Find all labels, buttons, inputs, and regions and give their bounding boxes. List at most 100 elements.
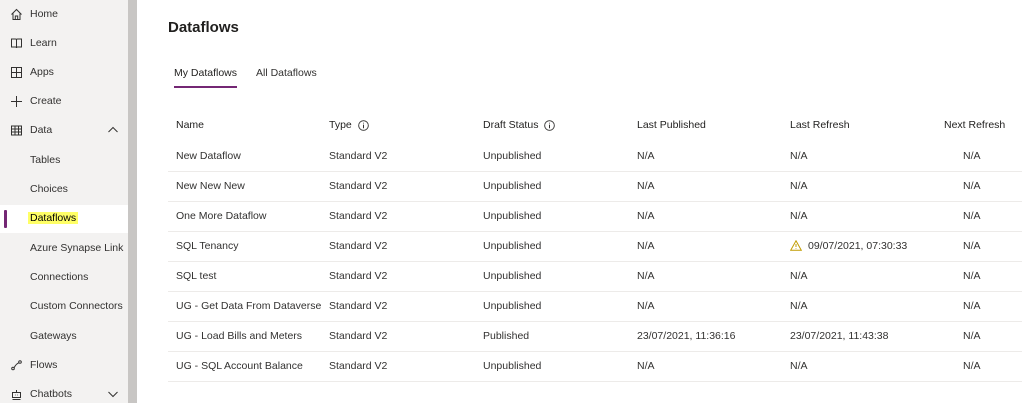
table-row[interactable]: UG - Load Bills and Meters Standard V2 Pub… [168,321,1022,352]
table-row[interactable]: UG - Get Data From Dataverse Standard V2 U… [168,291,1022,322]
nav-learn[interactable]: Learn [0,30,128,58]
table-cell-text: UG - Load Bills and Meters [176,330,303,342]
column-header-type[interactable]: Type [329,119,369,131]
table-cell-text: Standard V2 [329,330,388,342]
column-header-name-label: Name [176,119,205,131]
table-cell-text: SQL test [176,270,217,282]
table-cell-next-refresh: N/A [963,180,981,192]
table-cell-text: N/A [963,180,981,192]
chevron-up-icon[interactable] [107,124,119,136]
column-header-last-refresh[interactable]: Last Refresh [790,119,850,131]
nav-custom-connectors[interactable]: Custom Connectors [0,293,128,321]
table-cell-text: N/A [637,180,655,192]
table-cell-text: Standard V2 [329,210,388,222]
book-icon [9,36,23,50]
plus-icon [9,94,23,108]
table-cell-type: Standard V2 [329,240,387,252]
table-cell-type: Standard V2 [329,150,387,162]
table-row[interactable]: New New New Standard V2 Unpublished N/A N/A N… [168,171,1022,202]
apps-icon [9,65,23,79]
table-cell-type: Standard V2 [329,330,387,342]
table-cell-name[interactable]: UG - Get Data From Dataverse [176,300,321,312]
table-row[interactable]: SQL Tenancy Standard V2 Unpublished N/A 09/0… [168,231,1022,262]
table-cell-draft-status: Unpublished [483,180,541,192]
table-cell-next-refresh: N/A [963,210,981,222]
table-cell-draft-status: Unpublished [483,150,541,162]
table-cell-text: N/A [963,360,981,372]
table-cell-type: Standard V2 [329,360,387,372]
table-cell-text: N/A [637,300,655,312]
column-header-draft-status[interactable]: Draft Status [483,119,556,131]
table-cell-text: Published [483,330,530,342]
table-row[interactable]: One More Dataflow Standard V2 Unpublished N… [168,201,1022,232]
table-cell-text: Unpublished [483,210,542,222]
column-header-last-refresh-label: Last Refresh [790,119,850,131]
column-header-last-published[interactable]: Last Published [637,119,706,131]
table-cell-draft-status: Unpublished [483,270,541,282]
table-cell-text: Unpublished [483,180,542,192]
table-cell-text: N/A [637,240,655,252]
table-cell-text: Standard V2 [329,150,388,162]
flows-icon [9,358,23,372]
table-cell-name[interactable]: New Dataflow [176,150,241,162]
nav-choices-label: Choices [30,183,68,195]
table-cell-last-refresh: N/A [790,180,808,192]
table-cell-text: Standard V2 [329,180,388,192]
table-row[interactable]: SQL test Standard V2 Unpublished N/A N/A N/A [168,261,1022,292]
info-icon[interactable] [358,119,369,131]
column-header-name[interactable]: Name [176,119,204,131]
table-cell-text: 09/07/2021, 07:30:33 [808,240,908,252]
chevron-down-icon[interactable] [107,388,119,400]
nav-custom-connectors-label: Custom Connectors [30,300,123,312]
table-cell-name[interactable]: SQL test [176,270,216,282]
table-cell-text: UG - SQL Account Balance [176,360,303,372]
nav-learn-label: Learn [30,37,57,49]
chatbot-icon [9,387,23,401]
table-cell-text: Standard V2 [329,360,388,372]
nav-create[interactable]: Create [0,88,128,116]
table-row[interactable]: New Dataflow Standard V2 Unpublished N/A N/A… [168,141,1022,172]
table-cell-last-published: 23/07/2021, 11:36:16 [637,330,735,342]
table-cell-name[interactable]: UG - Load Bills and Meters [176,330,302,342]
nav-data[interactable]: Data [0,117,128,145]
nav-gateways-label: Gateways [30,330,77,342]
table-cell-text: New Dataflow [176,150,241,162]
nav-chatbots[interactable]: Chatbots [0,381,128,409]
nav-home[interactable]: Home [0,1,128,29]
table-cell-text: N/A [637,270,655,282]
nav-connections-label: Connections [30,271,89,283]
tab-my-dataflows[interactable]: My Dataflows [174,67,238,89]
table-cell-name[interactable]: UG - SQL Account Balance [176,360,303,372]
table-cell-name[interactable]: One More Dataflow [176,210,266,222]
nav-choices[interactable]: Choices [0,176,128,204]
nav-gateways[interactable]: Gateways [0,323,128,351]
table-cell-text: Standard V2 [329,300,388,312]
table-cell-last-refresh: 09/07/2021, 07:30:33 [790,240,907,252]
nav-apps-label: Apps [30,66,54,78]
info-icon[interactable] [544,119,556,131]
table-cell-draft-status: Unpublished [483,240,541,252]
table-cell-type: Standard V2 [329,270,387,282]
table-cell-last-refresh: N/A [790,300,808,312]
nav-dataflows[interactable]: Dataflows [0,205,128,233]
column-header-next-refresh-label: Next Refresh [944,119,1006,131]
warning-icon[interactable] [790,240,802,251]
table-cell-text: One More Dataflow [176,210,267,222]
table-cell-text: N/A [963,300,981,312]
tab-all-dataflows[interactable]: All Dataflows [256,67,317,89]
column-header-draft-status-label: Draft Status [483,119,539,131]
table-cell-last-published: N/A [637,240,655,252]
table-row[interactable]: UG - SQL Account Balance Standard V2 Unpub… [168,351,1022,382]
nav-tables[interactable]: Tables [0,147,128,175]
table-cell-type: Standard V2 [329,300,387,312]
nav-home-label: Home [30,8,59,20]
table-cell-name[interactable]: New New New [176,180,245,192]
table-cell-name[interactable]: SQL Tenancy [176,240,238,252]
column-header-next-refresh[interactable]: Next Refresh [944,119,1005,131]
nav-azure-synapse-link[interactable]: Azure Synapse Link [0,235,128,263]
nav-flows[interactable]: Flows [0,352,128,380]
sidebar-scrollbar[interactable] [128,0,137,403]
main-content: Dataflows My Dataflows All Dataflows Nam… [137,0,1022,403]
nav-connections[interactable]: Connections [0,264,128,292]
nav-apps[interactable]: Apps [0,59,128,87]
